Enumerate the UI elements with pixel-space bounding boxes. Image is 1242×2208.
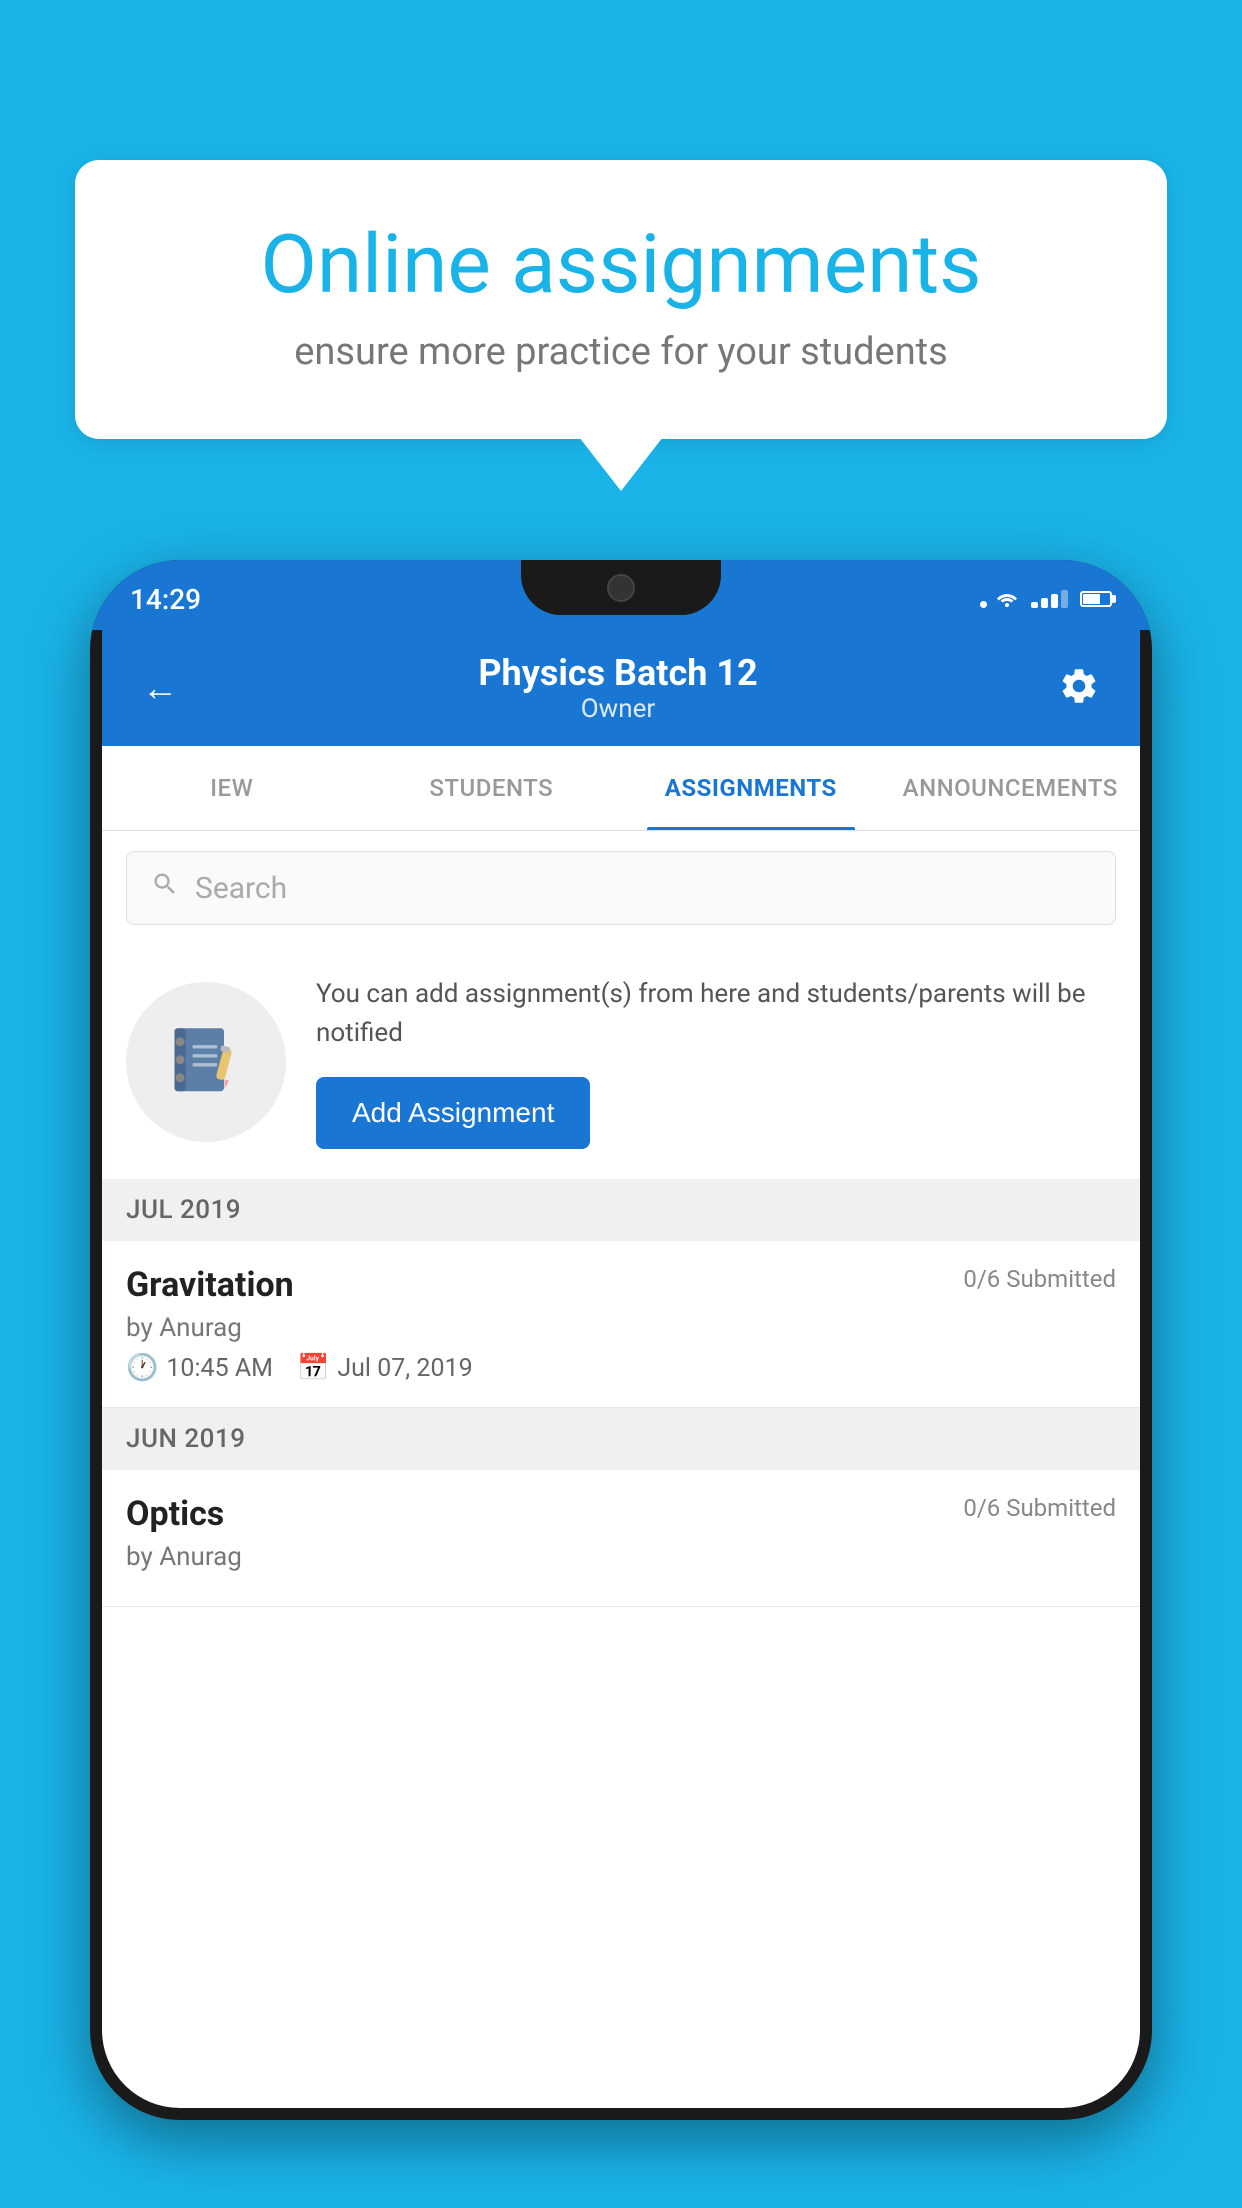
search-icon (151, 870, 179, 906)
speech-bubble: Online assignments ensure more practice … (75, 160, 1167, 439)
tab-iew[interactable]: IEW (102, 746, 362, 830)
signal-icon (1031, 590, 1068, 608)
settings-button[interactable] (1058, 665, 1100, 711)
section-header-jul: JUL 2019 (102, 1179, 1140, 1241)
header-title-block: Physics Batch 12 Owner (478, 652, 757, 724)
assignment-submitted-optics: 0/6 Submitted (963, 1494, 1116, 1522)
assignment-icon-circle (126, 982, 286, 1142)
empty-state: You can add assignment(s) from here and … (102, 945, 1140, 1179)
empty-state-description: You can add assignment(s) from here and … (316, 975, 1116, 1053)
tab-students[interactable]: STUDENTS (362, 746, 622, 830)
phone-notch (521, 560, 721, 615)
assignment-name-optics: Optics (126, 1494, 224, 1534)
notebook-icon (161, 1017, 251, 1107)
wifi-icon (980, 590, 1019, 608)
header-title: Physics Batch 12 (478, 652, 757, 694)
assignment-meta-gravitation: 🕐 10:45 AM 📅 Jul 07, 2019 (126, 1353, 1116, 1383)
empty-state-content: You can add assignment(s) from here and … (316, 975, 1116, 1149)
app-header: ← Physics Batch 12 Owner (102, 630, 1140, 746)
search-container: Search (102, 831, 1140, 945)
add-assignment-button[interactable]: Add Assignment (316, 1077, 590, 1149)
battery-icon (1080, 591, 1112, 607)
assignment-submitted-gravitation: 0/6 Submitted (963, 1265, 1116, 1293)
tab-announcements[interactable]: ANNOUNCEMENTS (881, 746, 1141, 830)
bubble-subtitle: ensure more practice for your students (145, 330, 1097, 374)
app-screen: ← Physics Batch 12 Owner IEW STUDENTS (102, 630, 1140, 2108)
search-placeholder: Search (195, 871, 287, 906)
bubble-title: Online assignments (145, 220, 1097, 310)
assignment-item-optics[interactable]: Optics 0/6 Submitted by Anurag (102, 1470, 1140, 1607)
assignment-item-gravitation[interactable]: Gravitation 0/6 Submitted by Anurag 🕐 10… (102, 1241, 1140, 1408)
tab-assignments[interactable]: ASSIGNMENTS (621, 746, 881, 830)
section-header-jun: JUN 2019 (102, 1408, 1140, 1470)
header-subtitle: Owner (478, 694, 757, 724)
phone-camera (607, 574, 635, 602)
gear-icon (1058, 665, 1100, 707)
clock-icon: 🕐 (126, 1353, 158, 1383)
tabs-bar: IEW STUDENTS ASSIGNMENTS ANNOUNCEMENTS (102, 746, 1140, 831)
status-time: 14:29 (130, 575, 201, 616)
calendar-icon: 📅 (297, 1353, 329, 1383)
assignment-name-gravitation: Gravitation (126, 1265, 294, 1305)
phone-container: 14:29 (90, 560, 1152, 2208)
phone-frame: 14:29 (90, 560, 1152, 2120)
back-button[interactable]: ← (142, 667, 178, 709)
assignment-date-gravitation: 📅 Jul 07, 2019 (297, 1353, 473, 1383)
search-bar[interactable]: Search (126, 851, 1116, 925)
status-icons (980, 582, 1112, 608)
speech-bubble-container: Online assignments ensure more practice … (75, 160, 1167, 439)
assignment-by-gravitation: by Anurag (126, 1313, 1116, 1343)
assignment-by-optics: by Anurag (126, 1542, 1116, 1572)
assignment-time-gravitation: 🕐 10:45 AM (126, 1353, 273, 1383)
